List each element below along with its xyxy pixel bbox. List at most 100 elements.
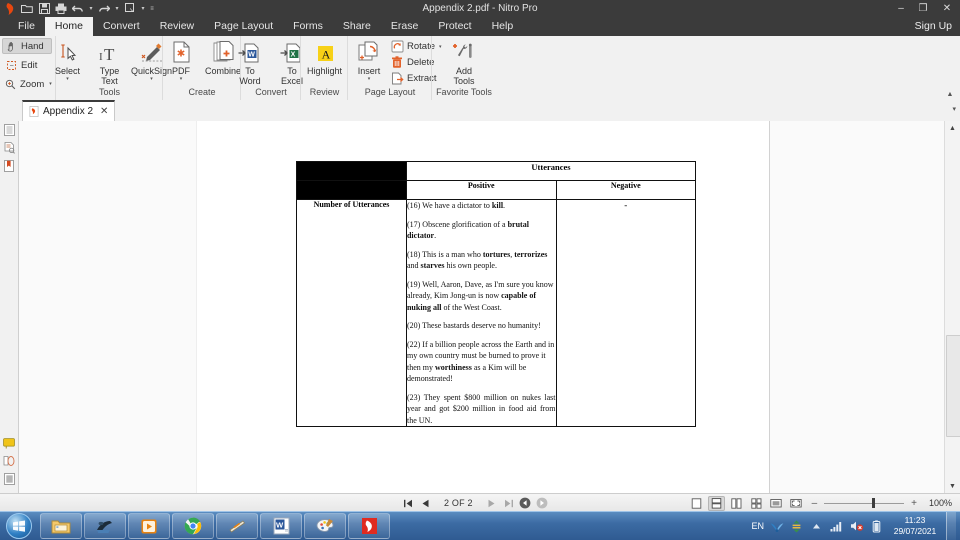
document-tab-label: Appendix 2 [43, 106, 94, 117]
document-tab-appendix-2[interactable]: Appendix 2 ✕ [22, 100, 116, 121]
add-tools-button[interactable]: Add Tools [443, 38, 485, 86]
show-hidden-icon[interactable] [809, 519, 824, 534]
show-desktop-button[interactable] [946, 512, 956, 540]
ribbon-group-label-page-layout: Page Layout [364, 87, 416, 97]
media-player-icon[interactable] [128, 513, 170, 539]
scroll-down-arrow-icon[interactable]: ▼ [945, 479, 960, 493]
two-page-view-icon[interactable] [728, 496, 745, 511]
sync-icon[interactable] [789, 519, 804, 534]
insert-pages-caret-icon[interactable]: ▾ [368, 76, 371, 82]
menu-item-page-layout[interactable]: Page Layout [204, 17, 283, 36]
menu-item-file[interactable]: File [8, 17, 45, 36]
close-button[interactable]: ✕ [934, 0, 960, 17]
winamp-icon[interactable] [216, 513, 258, 539]
chrome-icon[interactable] [172, 513, 214, 539]
volume-muted-icon[interactable] [849, 519, 864, 534]
continuous-view-icon[interactable] [707, 495, 725, 511]
zoom-in-button[interactable]: + [907, 498, 921, 509]
wifi-icon[interactable] [769, 519, 784, 534]
utterances-table: Utterances Positive Negative Number of U… [296, 161, 697, 427]
utterance-22: (22) If a billion people across the Eart… [406, 339, 555, 384]
document-viewport[interactable]: Utterances Positive Negative Number of U… [19, 121, 945, 493]
highlight-button[interactable]: A Highlight [303, 38, 346, 76]
fit-width-icon[interactable] [768, 496, 785, 511]
sticky-note-icon[interactable] [2, 436, 16, 450]
bookmarks-panel-icon[interactable] [2, 159, 16, 173]
hand-tool-button[interactable]: Hand [2, 38, 52, 54]
collapse-ribbon-button[interactable]: ▲ [944, 89, 956, 99]
stamp-icon[interactable] [2, 454, 16, 468]
ribbon-group-label-convert: Convert [255, 87, 287, 97]
quicksign-caret-icon[interactable]: ▾ [150, 76, 153, 82]
zoom-level-label[interactable]: 100% [924, 498, 952, 508]
page-navigation: 2 OF 2 [402, 494, 549, 512]
menu-item-home[interactable]: Home [44, 17, 93, 36]
zoom-tool-button[interactable]: Zoom ▾ [2, 76, 52, 92]
document-tab-close-icon[interactable]: ✕ [100, 106, 108, 117]
page-indicator[interactable]: 2 OF 2 [436, 498, 481, 508]
status-bar: 2 OF 2 – + 100% [0, 493, 960, 512]
tab-strip-overflow-icon[interactable]: ▾ [952, 105, 956, 113]
insert-pages-button[interactable]: Insert ▾ [350, 38, 388, 82]
ribbon-group-favorite-tools: Add Tools Favorite Tools [431, 36, 496, 100]
to-word-label-top: To [245, 66, 255, 76]
menu-item-forms[interactable]: Forms [283, 17, 333, 36]
single-page-view-icon[interactable] [688, 496, 705, 511]
previous-view-icon[interactable] [519, 496, 532, 510]
taskbar-items: W [40, 513, 390, 539]
zoom-tool-label: Zoom [20, 78, 45, 90]
utterance-18: (18) This is a man who tortures, terrori… [406, 249, 548, 271]
signal-icon[interactable] [829, 519, 844, 534]
sign-up-link[interactable]: Sign Up [915, 17, 952, 36]
scrollbar-thumb[interactable] [946, 335, 960, 437]
vertical-scrollbar[interactable]: ▲ ▼ [944, 121, 960, 493]
create-pdf-caret-icon[interactable]: ▾ [180, 76, 183, 82]
last-page-icon[interactable] [502, 496, 515, 510]
word-icon[interactable]: W [260, 513, 302, 539]
scroll-up-arrow-icon[interactable]: ▲ [945, 121, 960, 135]
menu-item-review[interactable]: Review [150, 17, 204, 36]
hand-icon [5, 40, 17, 52]
pdf-file-icon [29, 106, 39, 117]
start-button[interactable] [2, 513, 36, 539]
previous-page-icon[interactable] [419, 496, 432, 510]
select-caret-icon[interactable]: ▾ [66, 76, 69, 82]
zoom-out-button[interactable]: – [808, 498, 822, 509]
language-indicator[interactable]: EN [751, 521, 764, 531]
create-pdf-button[interactable]: PDF ▾ [160, 38, 202, 82]
menu-bar: File Home Convert Review Page Layout Forms Sha… [0, 17, 960, 36]
file-explorer-icon[interactable] [40, 513, 82, 539]
ribbon-group-review: A Highlight Review [300, 36, 348, 100]
comments-panel-icon[interactable] [2, 141, 16, 155]
first-page-icon[interactable] [402, 496, 415, 510]
next-page-icon[interactable] [485, 496, 498, 510]
menu-item-erase[interactable]: Erase [381, 17, 428, 36]
page-thumbnail-icon[interactable] [2, 472, 16, 486]
zoom-slider-thumb[interactable] [872, 498, 876, 508]
pages-panel-icon[interactable] [2, 123, 16, 137]
maximize-button[interactable]: ❐ [912, 0, 934, 17]
type-text-button[interactable]: IT Type Text [89, 38, 131, 86]
next-view-icon[interactable] [536, 496, 549, 510]
select-button[interactable]: Select ▾ [47, 38, 89, 82]
svg-text:W: W [276, 520, 284, 529]
edit-tool-button[interactable]: Edit [2, 57, 52, 73]
menu-item-help[interactable]: Help [482, 17, 524, 36]
nitro-pro-icon[interactable] [348, 513, 390, 539]
taskbar-clock[interactable]: 11:23 29/07/2021 [889, 515, 941, 537]
minimize-button[interactable]: – [890, 0, 912, 17]
utterance-20: (20) These bastards deserve no humanity! [406, 321, 541, 330]
paint-icon[interactable] [304, 513, 346, 539]
menu-item-convert[interactable]: Convert [93, 17, 150, 36]
add-tools-label-top: Add [455, 66, 472, 76]
battery-icon[interactable] [869, 519, 884, 534]
menu-item-protect[interactable]: Protect [428, 17, 481, 36]
notepad-icon[interactable] [84, 513, 126, 539]
menu-item-share[interactable]: Share [333, 17, 381, 36]
zoom-slider[interactable] [824, 497, 905, 509]
insert-pages-icon [357, 38, 381, 64]
two-page-continuous-view-icon[interactable] [748, 496, 765, 511]
to-word-button[interactable]: W To Word [229, 38, 271, 86]
full-screen-icon[interactable] [788, 496, 805, 511]
hand-tool-label: Hand [21, 40, 44, 52]
